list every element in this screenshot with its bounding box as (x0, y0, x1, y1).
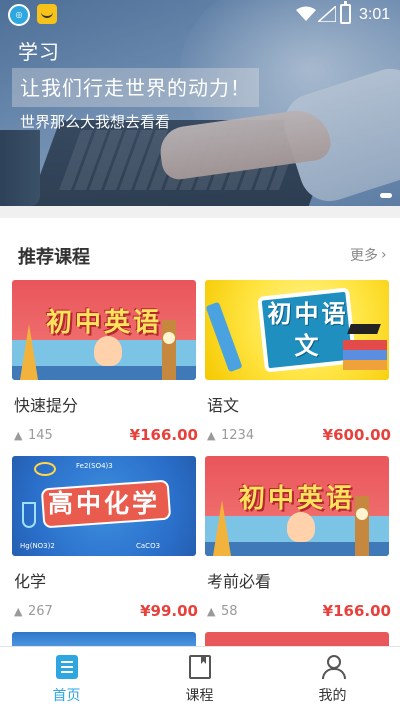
status-bar: ◎ 3:01 (0, 0, 400, 30)
home-list-icon[interactable] (56, 655, 78, 679)
graduation-cap-icon (347, 324, 381, 334)
user-icon[interactable] (322, 655, 346, 679)
chevron-right-icon[interactable]: › (381, 247, 387, 263)
user-count-icon: ▲ (207, 429, 216, 442)
signal-icon (318, 6, 336, 22)
books-icon (343, 340, 387, 370)
wifi-icon (296, 6, 316, 21)
book-bookmark-icon[interactable] (189, 655, 211, 679)
course-thumbnail[interactable]: Fe2(SO4)3 高中化学 Hg(NO3)2 CaCO3 (12, 456, 196, 556)
carousel-indicator[interactable] (380, 193, 392, 198)
course-price: ¥99.00 (140, 602, 198, 620)
recommended-courses-header: 推荐课程 更多 › (0, 218, 400, 280)
tab-label[interactable]: 课程 (133, 685, 266, 705)
app-360-icon: ◎ (8, 4, 30, 26)
tab-courses[interactable]: 课程 (133, 647, 266, 710)
user-count-icon: ▲ (207, 605, 216, 618)
user-count-icon: ▲ (14, 429, 23, 442)
learner-count: 145 (28, 428, 53, 443)
formula-label: CaCO3 (136, 542, 161, 550)
course-card[interactable]: Fe2(SO4)3 高中化学 Hg(NO3)2 CaCO3 化学 ▲ 267 ¥… (12, 456, 198, 632)
course-thumbnail-partial[interactable] (12, 632, 196, 646)
course-name[interactable]: 语文 (207, 392, 239, 416)
course-name[interactable]: 化学 (14, 568, 46, 592)
course-card[interactable]: 初中英语 快速提分 ▲ 145 ¥166.00 (12, 280, 198, 456)
course-thumbnail[interactable]: 初中英语 (205, 456, 389, 556)
course-grid: 初中英语 快速提分 ▲ 145 ¥166.00 初中语文 语文 ▲ 1234 ¥… (0, 280, 400, 646)
formula-label: Fe2(SO4)3 (76, 462, 113, 470)
course-thumbnail-partial[interactable] (205, 632, 389, 646)
course-name[interactable]: 考前必看 (207, 568, 271, 592)
battery-charging-icon (340, 1, 351, 24)
course-price: ¥166.00 (322, 602, 391, 620)
course-thumbnail[interactable]: 初中英语 (12, 280, 196, 380)
thumb-title: 初中语文 (267, 300, 349, 360)
atom-icon (34, 462, 56, 476)
section-divider (0, 206, 400, 218)
course-thumbnail[interactable]: 初中语文 (205, 280, 389, 380)
app-shop-icon (37, 4, 57, 24)
tab-home[interactable]: 首页 (0, 647, 133, 710)
learner-count: 58 (221, 604, 238, 619)
section-title: 推荐课程 (18, 247, 90, 268)
bottom-tab-bar: 首页 课程 我的 (0, 646, 400, 710)
thumb-title: 高中化学 (47, 489, 160, 518)
pencil-icon (205, 301, 243, 373)
course-price: ¥600.00 (322, 426, 391, 444)
course-name[interactable]: 快速提分 (14, 392, 78, 416)
student-figure-icon (94, 336, 122, 366)
status-time: 3:01 (359, 6, 391, 23)
tab-me[interactable]: 我的 (266, 647, 399, 710)
user-count-icon: ▲ (14, 605, 23, 618)
formula-label: Hg(NO3)2 (20, 542, 55, 550)
course-card[interactable]: 初中语文 语文 ▲ 1234 ¥600.00 (205, 280, 391, 456)
tab-label[interactable]: 首页 (0, 685, 133, 705)
hero-subtitle: 世界那么大我想去看看 (20, 113, 171, 131)
learner-count: 1234 (221, 428, 255, 443)
more-link[interactable]: 更多 (350, 245, 378, 265)
hero-slogan: 让我们行走世界的动力！ (12, 68, 259, 107)
student-figure-icon (287, 512, 315, 542)
thumb-title: 初中英语 (45, 308, 162, 338)
learner-count: 267 (28, 604, 53, 619)
tab-label[interactable]: 我的 (266, 685, 399, 705)
course-card[interactable]: 初中英语 考前必看 ▲ 58 ¥166.00 (205, 456, 391, 632)
thumb-title: 初中英语 (238, 484, 355, 514)
page-title: 学习 (18, 40, 60, 64)
app-screen: ◎ 3:01 学习 让我们行走世界的动力！ 世界那么大我想去看看 推荐课程 更多… (0, 0, 400, 710)
course-price: ¥166.00 (129, 426, 198, 444)
